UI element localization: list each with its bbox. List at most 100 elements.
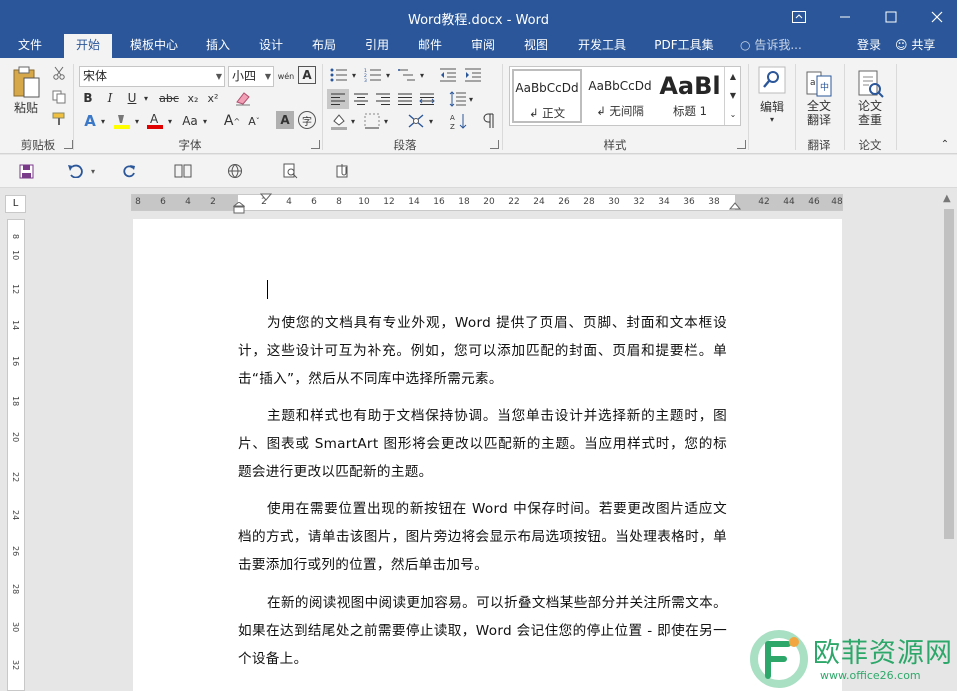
document-page[interactable]: 为使您的文档具有专业外观，Word 提供了页眉、页脚、封面和文本框设计，这些设计… [133,219,842,691]
clipboard-launcher-icon[interactable] [64,140,73,149]
login-button[interactable]: 登录 [857,34,881,58]
copy-icon[interactable] [49,88,69,106]
distributed-icon[interactable] [416,89,438,109]
grow-font-button[interactable]: A ^ [222,111,242,131]
vertical-ruler[interactable]: 8 10 12 14 16 18 20 22 24 26 28 30 32 [7,219,25,691]
tab-file[interactable]: 文件 [7,34,53,58]
tab-design[interactable]: 设计 [250,34,292,58]
save-icon[interactable] [16,161,36,181]
tab-layout[interactable]: 布局 [303,34,345,58]
subscript-button[interactable]: x₂ [184,88,202,108]
right-indent-marker-icon[interactable] [729,202,741,210]
chevron-down-icon[interactable]: ▾ [99,111,107,131]
chevron-down-icon[interactable]: ▾ [382,111,390,131]
document-paragraph[interactable]: 使用在需要位置出现的新按钮在 Word 中保存时间。若要更改图片适应文档的方式，… [238,495,727,579]
align-right-icon[interactable] [372,89,394,109]
close-icon[interactable] [914,0,957,34]
full-text-translate-button[interactable]: a中 全文 翻译 [799,62,839,134]
collapse-ribbon-icon[interactable]: ⌃ [938,138,952,150]
style-heading-1[interactable]: AaBl 标题 1 [658,69,722,123]
strikethrough-button[interactable]: abc [156,88,182,108]
style-normal[interactable]: AaBbCcDd ↲ 正文 [512,69,582,123]
undo-icon[interactable] [64,161,86,181]
underline-dropdown-icon[interactable]: ▾ [141,88,151,108]
minimize-icon[interactable] [822,0,868,34]
styles-launcher-icon[interactable] [737,140,746,149]
cut-icon[interactable] [49,64,69,82]
highlight-color-icon[interactable] [112,111,132,131]
style-no-spacing[interactable]: AaBbCcDd ↲ 无间隔 [584,69,656,123]
editing-button[interactable]: 编辑 ▾ [753,62,791,128]
character-border-button[interactable]: A [298,66,316,84]
paper-check-button[interactable]: 论文 查重 [850,62,890,134]
format-painter-icon[interactable] [49,110,69,128]
multilevel-list-icon[interactable] [396,66,418,84]
ribbon-display-icon[interactable] [776,0,822,34]
horizontal-ruler[interactable]: 8 6 4 2 2 4 6 8 10 12 14 16 18 20 22 24 … [131,193,843,214]
tab-view[interactable]: 视图 [515,34,557,58]
shading-icon[interactable] [329,111,349,131]
maximize-icon[interactable] [868,0,914,34]
scrollbar-thumb[interactable] [944,209,954,539]
bullets-icon[interactable] [328,66,350,84]
character-shading-icon[interactable]: A [276,111,294,129]
scroll-up-icon[interactable]: ▲ [943,193,951,204]
tab-home[interactable]: 开始 [64,34,112,58]
justify-icon[interactable] [394,89,416,109]
sort-icon[interactable]: AZ [449,111,469,131]
redo-icon[interactable] [119,161,139,181]
web-layout-icon[interactable] [224,161,246,181]
attach-icon[interactable] [332,161,354,181]
chevron-down-icon[interactable]: ▾ [166,111,174,131]
font-name-select[interactable]: 宋体 ▼ [79,66,225,87]
clear-formatting-icon[interactable] [232,88,254,108]
decrease-indent-icon[interactable] [437,66,459,84]
font-color-icon[interactable]: A [145,111,165,131]
vertical-scrollbar[interactable]: ▲ [941,189,957,691]
chevron-down-icon[interactable]: ▾ [350,66,358,84]
shrink-font-button[interactable]: Aˇ [244,111,264,131]
line-spacing-icon[interactable] [447,89,469,109]
align-center-icon[interactable] [350,89,372,109]
document-paragraph[interactable]: 在新的阅读视图中阅读更加容易。可以折叠文档某些部分并关注所需文本。如果在达到结尾… [238,589,727,673]
tab-references[interactable]: 引用 [356,34,398,58]
chevron-down-icon[interactable]: ▾ [201,111,209,131]
tab-selector[interactable]: L [5,195,26,213]
paragraph-launcher-icon[interactable] [490,140,499,149]
bold-button[interactable]: B [79,88,97,108]
more-styles-icon[interactable]: ⌄ [725,105,741,124]
underline-button[interactable]: U [123,88,141,108]
font-size-select[interactable]: 小四 ▼ [228,66,274,87]
tab-review[interactable]: 审阅 [462,34,504,58]
document-paragraph[interactable]: 为使您的文档具有专业外观，Word 提供了页眉、页脚、封面和文本框设计，这些设计… [238,309,727,393]
chevron-down-icon[interactable]: ▾ [133,111,141,131]
document-paragraph[interactable]: 主题和样式也有助于文档保持协调。当您单击设计并选择新的主题时，图片、图表或 Sm… [238,402,727,486]
chinese-layout-icon[interactable] [405,111,427,131]
phonetic-guide-button[interactable]: wén [276,66,296,86]
tab-template-center[interactable]: 模板中心 [122,34,186,58]
tab-developer[interactable]: 开发工具 [568,34,636,58]
print-preview-icon[interactable] [279,161,301,181]
tab-insert[interactable]: 插入 [198,34,238,58]
font-launcher-icon[interactable] [311,140,320,149]
superscript-button[interactable]: x² [204,88,222,108]
chevron-down-icon[interactable]: ▼ [725,86,741,105]
chevron-down-icon[interactable]: ▾ [418,66,426,84]
numbering-icon[interactable]: 123 [362,66,384,84]
chevron-down-icon[interactable]: ▾ [467,89,475,109]
tab-mailings[interactable]: 邮件 [409,34,451,58]
text-effects-icon[interactable]: A [80,111,100,131]
reading-mode-icon[interactable] [172,161,194,181]
chevron-down-icon[interactable]: ▾ [384,66,392,84]
left-indent-marker-icon[interactable] [233,202,245,214]
borders-icon[interactable] [362,111,382,131]
paste-button[interactable]: 粘贴 [8,62,44,118]
change-case-button[interactable]: Aa [180,111,200,131]
share-button[interactable]: ☺ 共享 [895,34,935,58]
italic-button[interactable]: I [101,88,119,108]
chevron-up-icon[interactable]: ▲ [725,67,741,86]
increase-indent-icon[interactable] [462,66,484,84]
chevron-down-icon[interactable]: ▾ [349,111,357,131]
tell-me-box[interactable]: ○ 告诉我... [740,34,802,58]
undo-dropdown-icon[interactable]: ▾ [88,161,98,181]
